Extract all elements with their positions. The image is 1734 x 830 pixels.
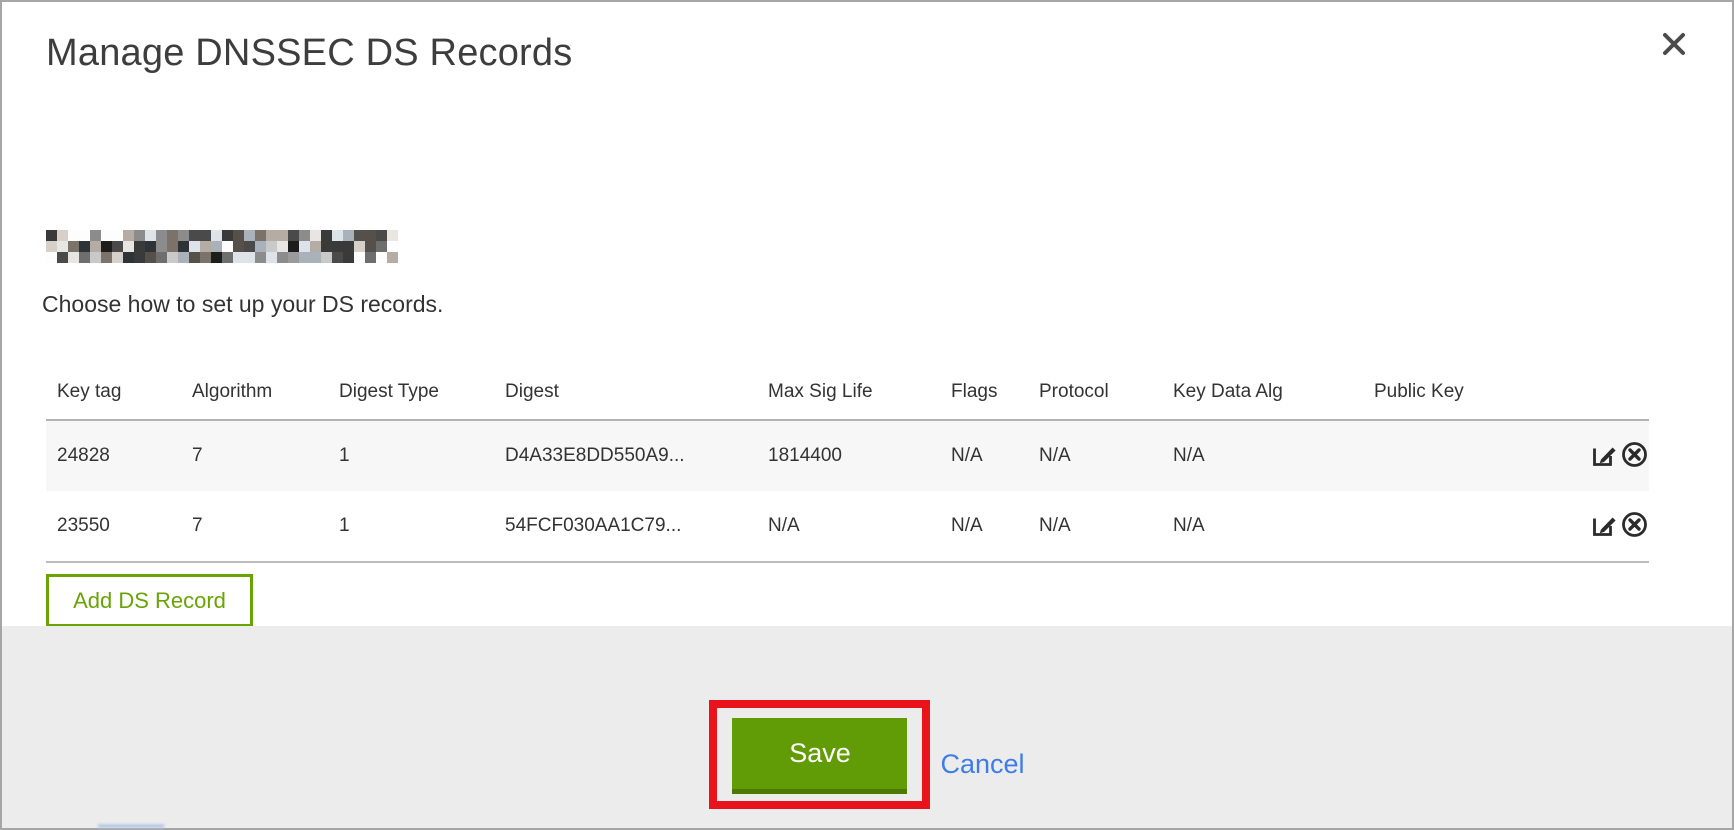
col-header-key-tag: Key tag bbox=[46, 365, 181, 420]
close-x-glyph bbox=[1660, 30, 1688, 58]
cell-digest-type: 1 bbox=[328, 491, 494, 562]
cell-key-tag: 23550 bbox=[46, 491, 181, 562]
cell-public-key bbox=[1363, 491, 1579, 562]
col-header-actions bbox=[1579, 365, 1649, 420]
cell-key-data-alg: N/A bbox=[1162, 491, 1363, 562]
table-row: 24828 7 1 D4A33E8DD550A9... 1814400 N/A … bbox=[46, 420, 1649, 491]
cell-algorithm: 7 bbox=[181, 420, 328, 491]
page-title: Manage DNSSEC DS Records bbox=[46, 32, 572, 75]
col-header-algorithm: Algorithm bbox=[181, 365, 328, 420]
manage-dnssec-modal: Manage DNSSEC DS Records Choose how to s… bbox=[0, 0, 1734, 830]
col-header-flags: Flags bbox=[940, 365, 1028, 420]
table-row: 23550 7 1 54FCF030AA1C79... N/A N/A N/A … bbox=[46, 491, 1649, 562]
delete-record-icon[interactable] bbox=[1620, 440, 1649, 472]
cell-digest: D4A33E8DD550A9... bbox=[494, 420, 757, 491]
cell-digest: 54FCF030AA1C79... bbox=[494, 491, 757, 562]
col-header-digest: Digest bbox=[494, 365, 757, 420]
background-page-peek bbox=[98, 824, 164, 828]
cell-digest-type: 1 bbox=[328, 420, 494, 491]
modal-footer: Save Cancel bbox=[2, 626, 1732, 828]
save-highlight-annotation: Save bbox=[709, 700, 930, 809]
col-header-protocol: Protocol bbox=[1028, 365, 1162, 420]
save-button[interactable]: Save bbox=[732, 718, 907, 794]
col-header-public-key: Public Key bbox=[1363, 365, 1579, 420]
col-header-key-data-alg: Key Data Alg bbox=[1162, 365, 1363, 420]
cancel-link[interactable]: Cancel bbox=[940, 749, 1024, 780]
cell-protocol: N/A bbox=[1028, 491, 1162, 562]
ds-records-table: Key tag Algorithm Digest Type Digest Max… bbox=[46, 365, 1649, 563]
col-header-max-sig-life: Max Sig Life bbox=[757, 365, 940, 420]
delete-record-icon[interactable] bbox=[1620, 510, 1649, 542]
cell-public-key bbox=[1363, 420, 1579, 491]
cell-actions bbox=[1579, 420, 1649, 491]
domain-name-redacted bbox=[46, 230, 398, 263]
cell-key-data-alg: N/A bbox=[1162, 420, 1363, 491]
close-icon[interactable] bbox=[1656, 26, 1692, 62]
add-ds-record-button[interactable]: Add DS Record bbox=[46, 574, 253, 627]
col-header-digest-type: Digest Type bbox=[328, 365, 494, 420]
cell-algorithm: 7 bbox=[181, 491, 328, 562]
screen: Manage DNSSEC DS Records Choose how to s… bbox=[0, 0, 1734, 830]
cell-protocol: N/A bbox=[1028, 420, 1162, 491]
table-header-row: Key tag Algorithm Digest Type Digest Max… bbox=[46, 365, 1649, 420]
cell-actions bbox=[1579, 491, 1649, 562]
edit-record-icon[interactable] bbox=[1590, 440, 1619, 472]
edit-record-icon[interactable] bbox=[1590, 510, 1619, 542]
cell-flags: N/A bbox=[940, 491, 1028, 562]
cell-key-tag: 24828 bbox=[46, 420, 181, 491]
setup-instruction-text: Choose how to set up your DS records. bbox=[42, 291, 443, 318]
cell-max-sig-life: N/A bbox=[757, 491, 940, 562]
cell-max-sig-life: 1814400 bbox=[757, 420, 940, 491]
cell-flags: N/A bbox=[940, 420, 1028, 491]
